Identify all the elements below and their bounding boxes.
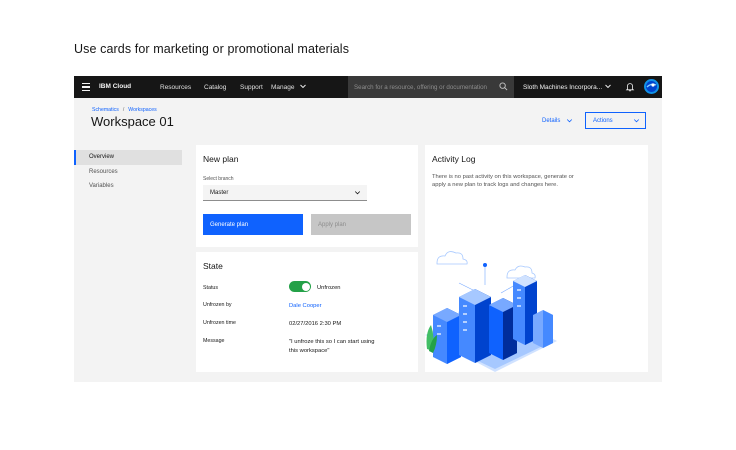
breadcrumb-separator: / bbox=[122, 107, 125, 113]
activity-empty-text: There is no past activity on this worksp… bbox=[432, 174, 574, 188]
nav-resources[interactable]: Resources bbox=[160, 84, 191, 91]
page-title: Workspace 01 bbox=[91, 114, 174, 129]
page-caption: Use cards for marketing or promotional m… bbox=[74, 42, 350, 56]
card-title: Activity Log bbox=[432, 154, 476, 164]
chevron-down-icon[interactable] bbox=[566, 117, 573, 124]
search-placeholder: Search for a resource, offering or docum… bbox=[354, 83, 487, 91]
card-title: State bbox=[203, 261, 223, 271]
sidebar-item-resources[interactable]: Resources bbox=[74, 165, 182, 180]
sidebar: Overview Resources Variables bbox=[74, 150, 182, 194]
search-icon[interactable] bbox=[499, 82, 508, 91]
account-switcher[interactable]: Sloth Machines Incorpora... bbox=[523, 84, 602, 91]
notification-bell-icon[interactable] bbox=[625, 82, 635, 92]
sidebar-item-overview[interactable]: Overview bbox=[74, 150, 182, 165]
unfrozen-by-label: Unfrozen by bbox=[203, 302, 232, 308]
apply-plan-button[interactable]: Apply plan bbox=[311, 214, 411, 235]
nav-manage[interactable]: Manage bbox=[271, 84, 295, 91]
new-plan-card: New plan Select branch Master Generate p… bbox=[196, 145, 418, 247]
unfrozen-time-value: 02/27/2016 2:30 PM bbox=[289, 321, 342, 327]
hamburger-menu-icon[interactable] bbox=[82, 83, 90, 91]
chevron-down-icon[interactable] bbox=[299, 82, 307, 90]
branch-label: Select branch bbox=[203, 176, 234, 182]
isometric-cloud-illustration bbox=[425, 251, 557, 372]
actions-dropdown-button[interactable]: Actions bbox=[585, 112, 646, 129]
unfrozen-by-link[interactable]: Dale Cooper bbox=[289, 302, 322, 311]
card-title: New plan bbox=[203, 154, 239, 164]
app-frame: IBM Cloud Resources Catalog Support Mana… bbox=[74, 76, 662, 382]
breadcrumb-workspaces[interactable]: Workspaces bbox=[128, 107, 156, 113]
unfrozen-time-label: Unfrozen time bbox=[203, 320, 236, 326]
button-label: Generate plan bbox=[210, 221, 249, 228]
generate-plan-button[interactable]: Generate plan bbox=[203, 214, 303, 235]
search-input[interactable]: Search for a resource, offering or docum… bbox=[348, 76, 514, 98]
avatar[interactable] bbox=[644, 79, 659, 94]
status-label: Status bbox=[203, 285, 219, 291]
nav-catalog[interactable]: Catalog bbox=[204, 84, 226, 91]
message-value: "I unfroze this so I can start using thi… bbox=[289, 339, 375, 354]
brand-name[interactable]: IBM Cloud bbox=[99, 83, 131, 90]
chevron-down-icon bbox=[633, 119, 640, 123]
state-card: State Status Unfrozen Unfrozen by Dale C… bbox=[196, 252, 418, 372]
breadcrumb-schematics[interactable]: Schematics bbox=[92, 107, 119, 113]
actions-label: Actions bbox=[593, 118, 613, 124]
nav-support[interactable]: Support bbox=[240, 84, 263, 91]
branch-value: Master bbox=[210, 189, 229, 196]
user-avatar-icon bbox=[646, 81, 657, 92]
top-navigation-bar: IBM Cloud Resources Catalog Support Mana… bbox=[74, 76, 662, 98]
breadcrumb: Schematics / Workspaces bbox=[92, 107, 157, 113]
button-label: Apply plan bbox=[318, 221, 347, 228]
chevron-down-icon bbox=[354, 191, 361, 195]
status-toggle[interactable] bbox=[289, 281, 311, 292]
chevron-down-icon[interactable] bbox=[604, 82, 612, 90]
message-label: Message bbox=[203, 338, 225, 344]
branch-select[interactable]: Master bbox=[203, 185, 367, 201]
activity-log-card: Activity Log There is no past activity o… bbox=[425, 145, 648, 372]
details-link[interactable]: Details bbox=[542, 118, 560, 124]
sidebar-item-variables[interactable]: Variables bbox=[74, 179, 182, 194]
status-value: Unfrozen bbox=[317, 285, 341, 291]
